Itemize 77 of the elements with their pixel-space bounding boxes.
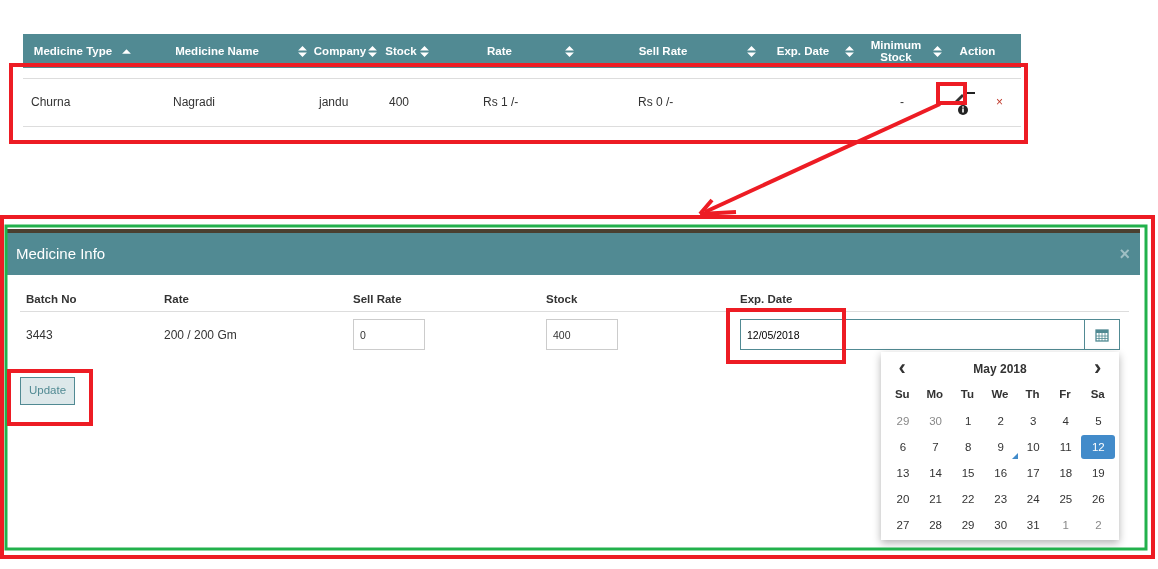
next-month-button[interactable]: › bbox=[1094, 357, 1102, 380]
previous-month-button[interactable]: ‹ bbox=[898, 357, 906, 380]
calendar-day[interactable]: 15 bbox=[951, 461, 986, 485]
column-header: Batch No bbox=[26, 293, 77, 305]
weekday-label: Fr bbox=[1059, 388, 1071, 401]
calendar-day[interactable]: 1 bbox=[951, 409, 986, 433]
calendar-day[interactable]: 24 bbox=[1016, 487, 1051, 511]
calendar-day[interactable]: 1 bbox=[1048, 513, 1083, 537]
table-cell: 3443 bbox=[26, 327, 53, 342]
month-title[interactable]: May 2018 bbox=[973, 361, 1027, 376]
calendar-day[interactable]: 10 bbox=[1016, 435, 1051, 459]
sort-ascending-icon[interactable] bbox=[122, 46, 131, 57]
column-header: Stock bbox=[546, 293, 578, 305]
weekday-label: Th bbox=[1025, 388, 1040, 401]
input-field[interactable]: 400 bbox=[546, 319, 618, 351]
calendar-day[interactable]: 17 bbox=[1016, 461, 1051, 485]
column-header: Exp. Date bbox=[740, 293, 793, 305]
calendar-day[interactable]: 23 bbox=[983, 487, 1018, 511]
calendar-day[interactable]: 25 bbox=[1048, 487, 1083, 511]
weekday-label: We bbox=[991, 388, 1009, 401]
table-cell: 200 / 200 Gm bbox=[164, 327, 237, 342]
calendar-day[interactable]: 8 bbox=[951, 435, 986, 459]
weekday-label: Sa bbox=[1090, 388, 1105, 401]
table-cell: Nagradi bbox=[173, 95, 216, 109]
calendar-day[interactable]: 30 bbox=[983, 513, 1018, 537]
table-cell: - bbox=[900, 95, 904, 109]
table-cell: 400 bbox=[389, 95, 410, 109]
delete-button[interactable]: × bbox=[996, 93, 1003, 111]
calendar-day[interactable]: 31 bbox=[1016, 513, 1051, 537]
calendar-day[interactable]: 4 bbox=[1048, 409, 1083, 433]
sort-icon[interactable] bbox=[368, 46, 377, 57]
calendar-day[interactable]: 3 bbox=[1016, 409, 1051, 433]
calendar-day[interactable]: 21 bbox=[918, 487, 953, 511]
input-field[interactable]: 0 bbox=[353, 319, 425, 351]
calendar-day[interactable]: 27 bbox=[886, 513, 920, 537]
calendar-day[interactable]: 6 bbox=[886, 435, 920, 459]
weekday-label: Tu bbox=[960, 388, 974, 401]
calendar-day[interactable]: 20 bbox=[886, 487, 920, 511]
calendar-day[interactable]: 11 bbox=[1048, 435, 1083, 459]
calendar-day[interactable]: 13 bbox=[886, 461, 920, 485]
info-icon[interactable] bbox=[958, 105, 968, 115]
modal-title: Medicine Info bbox=[16, 243, 106, 264]
calendar-icon bbox=[1095, 327, 1109, 342]
date-field[interactable]: 12/05/2018 bbox=[740, 319, 1085, 351]
sort-icon[interactable] bbox=[565, 46, 574, 57]
minus-icon bbox=[967, 92, 975, 94]
table-cell: Churna bbox=[31, 95, 71, 109]
calendar-day[interactable]: 14 bbox=[918, 461, 953, 485]
calendar-day[interactable]: 2 bbox=[983, 409, 1018, 433]
calendar-day[interactable]: 19 bbox=[1081, 461, 1116, 485]
calendar-day[interactable]: 29 bbox=[886, 409, 920, 433]
sort-icon[interactable] bbox=[845, 46, 854, 57]
table-cell: Rs 0 /- bbox=[638, 95, 674, 109]
calendar-day[interactable]: 18 bbox=[1048, 461, 1083, 485]
edit-pencil-icon[interactable] bbox=[954, 94, 964, 104]
sort-icon[interactable] bbox=[420, 46, 429, 57]
calendar-day[interactable]: 12 bbox=[1081, 435, 1116, 459]
sort-icon[interactable] bbox=[298, 46, 307, 57]
calendar-day[interactable]: 22 bbox=[951, 487, 986, 511]
table-cell: Rs 1 /- bbox=[483, 95, 519, 109]
calendar-day[interactable]: 7 bbox=[918, 435, 953, 459]
weekday-label: Su bbox=[894, 388, 910, 401]
calendar-day[interactable]: 30 bbox=[918, 409, 953, 433]
sort-icon[interactable] bbox=[933, 46, 942, 57]
calendar-day[interactable]: 29 bbox=[951, 513, 986, 537]
column-header: Rate bbox=[164, 293, 189, 305]
calendar-day[interactable]: 2 bbox=[1081, 513, 1116, 537]
table-cell: jandu bbox=[319, 95, 349, 109]
calendar-day[interactable]: 28 bbox=[918, 513, 953, 537]
calendar-day[interactable]: 26 bbox=[1081, 487, 1116, 511]
calendar-button[interactable] bbox=[1085, 319, 1120, 351]
sort-icon[interactable] bbox=[747, 46, 756, 57]
calendar-day[interactable]: 5 bbox=[1081, 409, 1116, 433]
calendar-day[interactable]: 16 bbox=[983, 461, 1018, 485]
calendar-day[interactable]: 9 bbox=[983, 435, 1018, 459]
column-header: Sell Rate bbox=[353, 293, 402, 305]
weekday-label: Mo bbox=[926, 388, 944, 401]
